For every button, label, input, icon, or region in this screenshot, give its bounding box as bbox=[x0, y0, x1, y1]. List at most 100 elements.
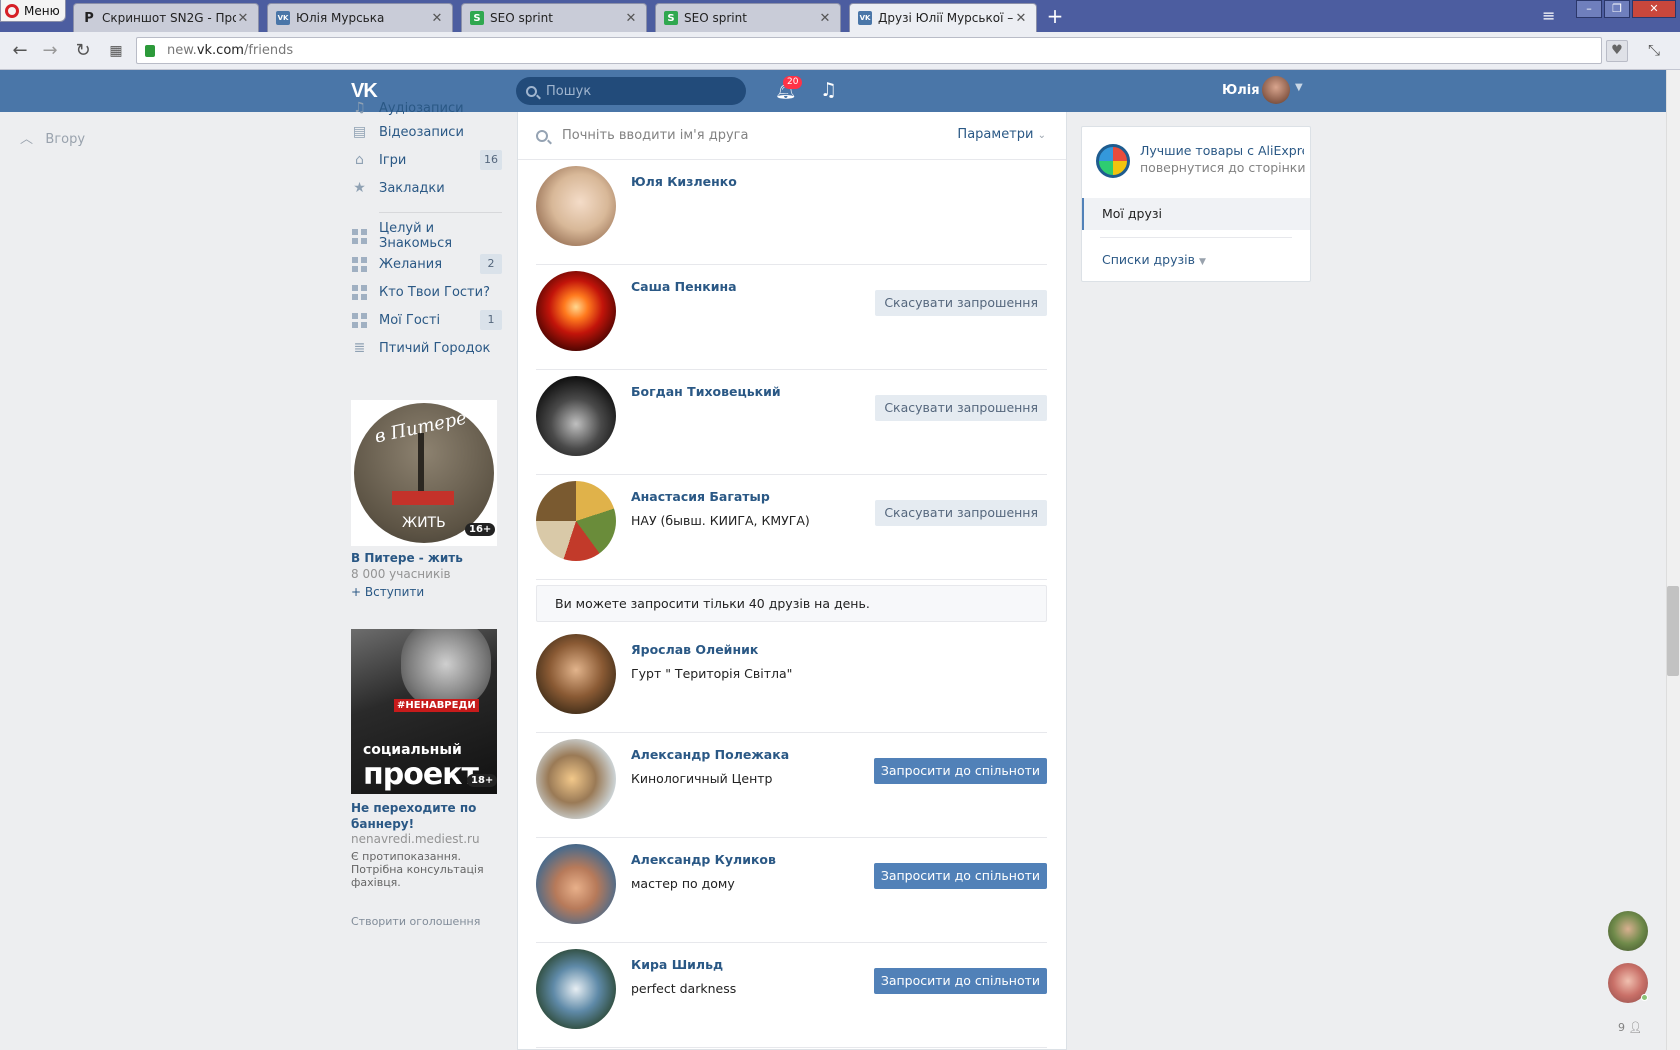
left-menu-item-video[interactable]: ▤ Відеозаписи bbox=[352, 118, 502, 146]
ad-title-line[interactable]: баннеру! bbox=[351, 816, 414, 832]
friend-name[interactable]: Александр Полежака bbox=[631, 747, 789, 762]
ad-title[interactable]: В Питере - жить bbox=[351, 550, 463, 566]
tab-close-icon[interactable]: ✕ bbox=[1014, 11, 1028, 26]
left-menu-item-games[interactable]: ⌂ Ігри 16 bbox=[352, 146, 502, 174]
ad-image-piter[interactable]: в Питере ЖИТЬ 16+ bbox=[351, 400, 497, 546]
ad-note-line: Потрібна консультація bbox=[351, 863, 484, 876]
restore-icon[interactable]: ❐ bbox=[1604, 0, 1630, 18]
ad-image-nenavredi[interactable]: #НЕНАВРЕДИ социальный проект 18+ bbox=[351, 629, 497, 794]
friend-lists-dropdown[interactable]: Списки друзів ▼ bbox=[1102, 252, 1206, 267]
invite-to-community-button[interactable]: Запросити до спільноти bbox=[873, 968, 1047, 994]
friend-name[interactable]: Ярослав Олейник bbox=[631, 642, 758, 657]
ad-image-tag: #НЕНАВРЕДИ bbox=[394, 699, 479, 712]
cancel-request-button[interactable]: Скасувати запрошення bbox=[875, 290, 1047, 316]
friend-name[interactable]: Кира Шильд bbox=[631, 957, 723, 972]
reload-icon[interactable]: ↻ bbox=[73, 41, 93, 61]
tab-close-icon[interactable]: ✕ bbox=[236, 11, 250, 26]
avatar[interactable] bbox=[536, 634, 616, 714]
browser-tab[interactable]: S SEO sprint ✕ bbox=[461, 3, 647, 32]
url-field[interactable]: new.vk.com/friends bbox=[136, 37, 1602, 64]
chat-contact-avatar[interactable] bbox=[1608, 911, 1648, 951]
app-grid-icon bbox=[352, 312, 367, 328]
ad-domain: nenavredi.mediest.ru bbox=[351, 832, 480, 846]
new-tab-icon[interactable]: + bbox=[1046, 5, 1064, 27]
friend-subtitle: perfect darkness bbox=[631, 981, 737, 996]
left-menu-app[interactable]: ≣ Птичий Городок bbox=[352, 334, 502, 362]
friend-subtitle: Кинологичный Центр bbox=[631, 771, 773, 786]
side-menu-divider bbox=[1100, 237, 1292, 238]
age-rating-badge: 16+ bbox=[465, 523, 496, 536]
window-close-icon[interactable]: ✕ bbox=[1632, 0, 1676, 18]
avatar[interactable] bbox=[536, 739, 616, 819]
scroll-up-link[interactable]: ︿ Вгору bbox=[20, 128, 85, 147]
page-scrollbar[interactable] bbox=[1666, 70, 1680, 1050]
speed-dial-grid-icon[interactable]: ▦ bbox=[106, 41, 126, 61]
browser-tab-active[interactable]: VK Друзі Юлії Мурської – 102 ✕ bbox=[849, 3, 1037, 32]
chevron-down-icon[interactable]: ▼ bbox=[1295, 82, 1303, 93]
avatar[interactable] bbox=[536, 376, 616, 456]
notifications-count-badge: 20 bbox=[783, 76, 803, 89]
left-menu-app[interactable]: Желания 2 bbox=[352, 250, 502, 278]
left-menu-app[interactable]: Целуй и Знакомься bbox=[352, 221, 502, 251]
browser-tab[interactable]: S SEO sprint ✕ bbox=[655, 3, 841, 32]
avatar[interactable] bbox=[536, 271, 616, 351]
ad-image-text: проект bbox=[363, 757, 479, 792]
friend-name[interactable]: Анастасия Багатыр bbox=[631, 489, 770, 504]
tab-close-icon[interactable]: ✕ bbox=[430, 11, 444, 26]
avatar[interactable] bbox=[536, 166, 616, 246]
bookmark-heart-icon[interactable]: ♥ bbox=[1606, 40, 1628, 62]
scrollbar-thumb[interactable] bbox=[1667, 586, 1679, 676]
group-title-link[interactable]: Лучшие товары с AliExpre... bbox=[1140, 143, 1304, 158]
left-menu-label: Ігри bbox=[379, 152, 407, 168]
tab-close-icon[interactable]: ✕ bbox=[818, 11, 832, 26]
tab-menu-icon[interactable]: ≡ bbox=[1542, 6, 1555, 25]
join-group-link[interactable]: + Вступити bbox=[351, 585, 424, 599]
create-ad-link[interactable]: Створити оголошення bbox=[351, 915, 480, 928]
friend-name[interactable]: Александр Куликов bbox=[631, 852, 776, 867]
ad-title-line[interactable]: Не переходите по bbox=[351, 800, 476, 816]
tab-my-friends[interactable]: Мої друзі bbox=[1082, 198, 1310, 230]
cancel-request-button[interactable]: Скасувати запрошення bbox=[875, 395, 1047, 421]
left-menu: ♫ Аудіозаписи ▤ Відеозаписи ⌂ Ігри 16 ★ … bbox=[352, 100, 502, 362]
avatar[interactable] bbox=[536, 481, 616, 561]
invite-to-community-button[interactable]: Запросити до спільноти bbox=[873, 758, 1047, 784]
opera-menu-label: Меню bbox=[24, 3, 60, 18]
browser-tab[interactable]: VK Юлія Мурська ✕ bbox=[267, 3, 453, 32]
avatar[interactable] bbox=[536, 844, 616, 924]
ad-spire-shape bbox=[418, 433, 424, 493]
back-to-page-link[interactable]: повернутися до сторінки bbox=[1140, 160, 1305, 175]
invite-to-community-button[interactable]: Запросити до спільноти bbox=[873, 863, 1047, 889]
group-logo[interactable] bbox=[1096, 144, 1130, 178]
left-menu-app[interactable]: Кто Твои Гости? bbox=[352, 278, 502, 306]
browser-tab[interactable]: P Скриншот SN2G - Просмотр ✕ bbox=[73, 3, 259, 32]
forward-arrow-icon[interactable]: → bbox=[40, 41, 60, 61]
music-note-icon[interactable]: ♫ bbox=[820, 79, 837, 101]
header-search-input[interactable]: Пошук bbox=[516, 77, 746, 105]
back-arrow-icon[interactable]: ← bbox=[10, 41, 30, 61]
cancel-request-button[interactable]: Скасувати запрошення bbox=[875, 500, 1047, 526]
app-count-badge: 1 bbox=[480, 310, 502, 330]
ad-members-count: 8 000 учасників bbox=[351, 567, 451, 581]
app-label: Желания bbox=[379, 256, 443, 272]
opera-menu-button[interactable]: Меню bbox=[0, 0, 66, 22]
left-menu-item-audio[interactable]: ♫ Аудіозаписи bbox=[352, 98, 502, 118]
lock-icon bbox=[145, 44, 155, 57]
opera-logo-icon bbox=[5, 3, 19, 18]
friend-subtitle: НАУ (бывш. КИИГА, КМУГА) bbox=[631, 513, 810, 528]
left-menu-app[interactable]: Мої Гості 1 bbox=[352, 306, 502, 334]
tab-close-icon[interactable]: ✕ bbox=[624, 11, 638, 26]
avatar[interactable] bbox=[1262, 76, 1290, 104]
avatar[interactable] bbox=[536, 949, 616, 1029]
left-menu-item-bookmarks[interactable]: ★ Закладки bbox=[352, 174, 502, 202]
friend-name[interactable]: Саша Пенкина bbox=[631, 279, 737, 294]
minimize-icon[interactable]: – bbox=[1576, 0, 1602, 18]
extension-icon[interactable]: ⤡ bbox=[1648, 41, 1660, 59]
parameters-dropdown[interactable]: Параметри ⌄ bbox=[957, 127, 1046, 142]
friend-search-input[interactable]: Почніть вводити ім'я друга Параметри ⌄ bbox=[518, 112, 1066, 160]
friend-name[interactable]: Юля Кизленко bbox=[631, 174, 737, 189]
header-user-name[interactable]: Юлія bbox=[1222, 83, 1260, 98]
friend-name[interactable]: Богдан Тиховецький bbox=[631, 384, 781, 399]
ad-bench-shape bbox=[392, 491, 454, 505]
chat-contacts-count[interactable]: 9 👤︎ bbox=[1618, 1021, 1642, 1034]
chevron-up-icon: ︿ bbox=[20, 132, 34, 147]
